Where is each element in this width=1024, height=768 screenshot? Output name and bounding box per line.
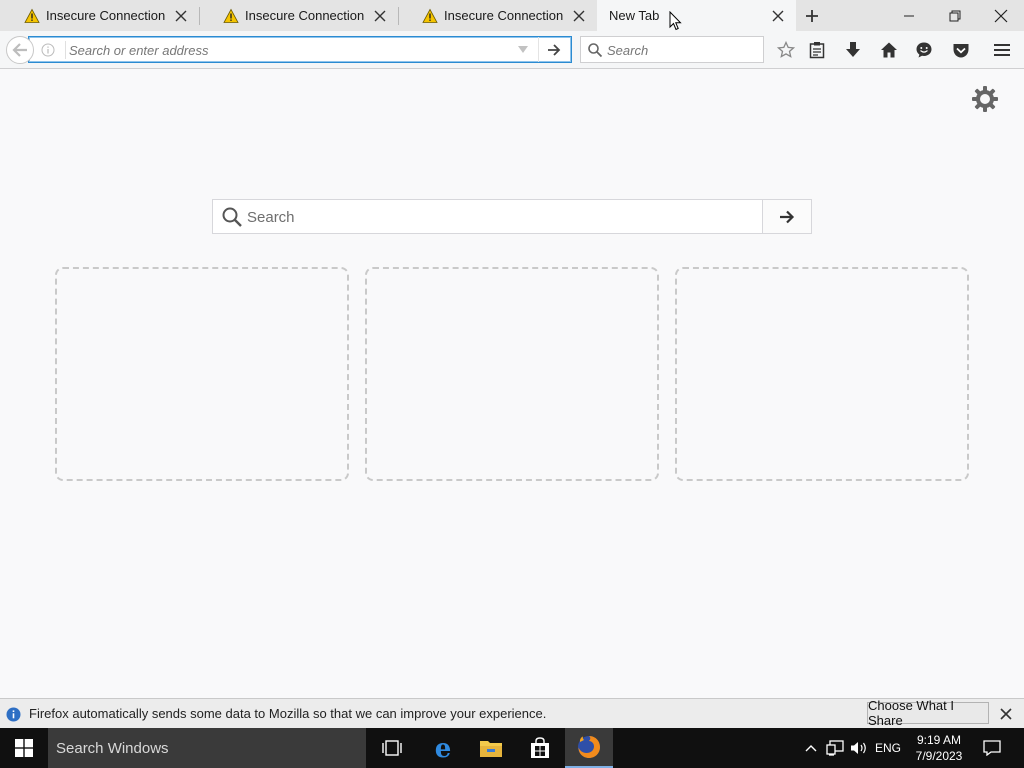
pocket-icon (953, 43, 969, 57)
network-icon (826, 740, 844, 756)
content-search-go-button[interactable] (762, 200, 811, 233)
speaker-icon (851, 742, 866, 754)
close-icon (994, 9, 1008, 22)
restore-icon (949, 10, 961, 21)
windows-taskbar: Search Windows e ENG 9:19 AM 7/9/2023 (0, 728, 1024, 768)
close-notification-button[interactable] (997, 705, 1015, 723)
star-icon (777, 41, 795, 58)
info-icon[interactable] (41, 43, 55, 57)
hello-chat-button[interactable] (912, 38, 936, 62)
content-search-box[interactable] (212, 199, 812, 234)
data-reporting-notification: Firefox automatically sends some data to… (0, 698, 1024, 728)
url-input[interactable] (69, 40, 509, 60)
gear-icon[interactable] (970, 84, 1000, 114)
tab-title: New Tab (609, 8, 660, 23)
top-site-tile-empty (365, 267, 659, 481)
tab-close-icon[interactable] (171, 6, 191, 26)
file-explorer-button[interactable] (467, 728, 515, 768)
mouse-cursor-icon (669, 11, 682, 31)
clock-time: 9:19 AM (916, 733, 962, 747)
store-button[interactable] (516, 728, 564, 768)
tab-close-icon[interactable] (370, 6, 390, 26)
back-button[interactable] (6, 36, 34, 64)
restore-button[interactable] (932, 0, 978, 31)
language-text: ENG (874, 741, 901, 755)
url-bar-divider (65, 41, 66, 59)
chevron-up-icon (805, 745, 817, 752)
start-button[interactable] (0, 728, 48, 768)
new-tab-button[interactable] (796, 0, 828, 31)
search-icon (588, 43, 603, 58)
home-button[interactable] (877, 38, 901, 62)
input-language-indicator[interactable]: ENG (872, 728, 904, 768)
store-bag-icon (531, 737, 549, 758)
go-button[interactable] (543, 41, 565, 59)
url-bar[interactable] (28, 36, 572, 63)
download-arrow-icon (846, 42, 860, 57)
plus-icon (806, 9, 818, 22)
window-controls (886, 0, 1024, 31)
arrow-left-icon (12, 43, 27, 57)
close-window-button[interactable] (978, 0, 1024, 31)
edge-browser-button[interactable]: e (419, 728, 467, 768)
arrow-right-icon (548, 44, 561, 56)
chat-smiley-icon (916, 42, 932, 58)
tab-close-icon[interactable] (768, 6, 788, 26)
notification-message: Firefox automatically sends some data to… (29, 706, 547, 721)
clock-date: 7/9/2023 (915, 749, 963, 763)
url-bar-divider (538, 37, 539, 62)
minimize-icon (904, 15, 914, 16)
action-center-button[interactable] (978, 728, 1006, 768)
edge-icon: e (435, 736, 452, 760)
search-bar[interactable] (580, 36, 764, 63)
minimize-button[interactable] (886, 0, 932, 31)
hamburger-menu-icon (994, 44, 1010, 56)
home-icon (881, 42, 897, 58)
tab-strip: Insecure Connection Insecure Connection … (0, 0, 1024, 31)
show-hidden-icons-button[interactable] (800, 728, 822, 768)
close-icon (1000, 708, 1012, 720)
navigation-toolbar (0, 31, 1024, 69)
tab-close-icon[interactable] (569, 6, 589, 26)
notification-center-icon (983, 740, 1001, 756)
warning-icon (422, 8, 438, 23)
downloads-button[interactable] (841, 38, 865, 62)
tab-insecure-2[interactable]: Insecure Connection (199, 0, 398, 31)
tab-new-tab[interactable]: New Tab (597, 0, 796, 31)
search-input[interactable] (607, 40, 757, 60)
menu-button[interactable] (990, 38, 1014, 62)
reading-list-button[interactable] (805, 38, 829, 62)
warning-icon (24, 8, 40, 23)
info-icon (6, 707, 21, 722)
taskbar-search-box[interactable]: Search Windows (48, 728, 366, 768)
taskbar-search-text: Search Windows (56, 740, 169, 757)
top-site-tile-empty (675, 267, 969, 481)
tab-insecure-3[interactable]: Insecure Connection (398, 0, 597, 31)
taskbar-clock[interactable]: 9:19 AM 7/9/2023 (904, 732, 974, 764)
warning-icon (223, 8, 239, 23)
chevron-down-icon[interactable] (518, 46, 528, 54)
windows-logo-icon (15, 739, 33, 757)
arrow-right-icon (780, 210, 795, 223)
top-site-tile-empty (55, 267, 349, 481)
tab-title: Insecure Connection (46, 8, 166, 23)
svg-text:e: e (435, 736, 452, 760)
content-search-input[interactable] (247, 206, 747, 228)
volume-tray-icon[interactable] (848, 728, 870, 768)
tab-title: Insecure Connection (245, 8, 365, 23)
bookmark-star-button[interactable] (774, 38, 798, 62)
task-view-icon (382, 740, 402, 756)
folder-icon (480, 741, 502, 757)
task-view-button[interactable] (368, 728, 416, 768)
tab-insecure-1[interactable]: Insecure Connection (0, 0, 199, 31)
tab-title: Insecure Connection (444, 8, 564, 23)
search-icon (222, 207, 242, 227)
pocket-button[interactable] (949, 38, 973, 62)
firefox-icon (578, 736, 600, 758)
network-tray-icon[interactable] (824, 728, 846, 768)
clipboard-icon (809, 42, 825, 59)
firefox-taskbar-button[interactable] (565, 728, 613, 768)
choose-what-i-share-button[interactable]: Choose What I Share (867, 698, 989, 728)
